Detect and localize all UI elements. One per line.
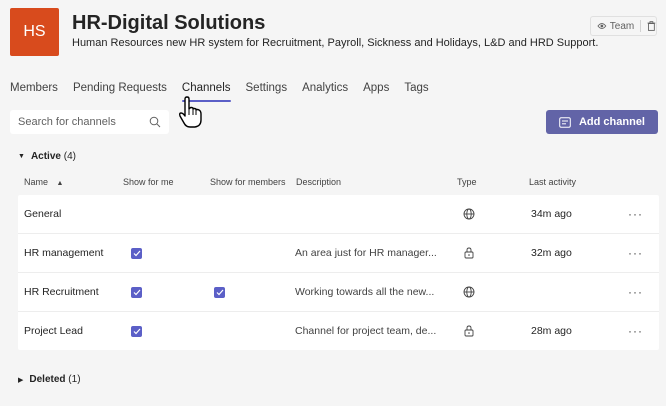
- column-header-description: Description: [296, 177, 342, 187]
- channel-description: Channel for project team, de...: [295, 325, 437, 337]
- row-more-options-button[interactable]: ···: [628, 273, 643, 311]
- deleted-section-toggle[interactable]: ▶ Deleted (1): [18, 374, 81, 385]
- row-more-options-button[interactable]: ···: [628, 195, 643, 233]
- team-tabs: Members Pending Requests Channels Settin…: [10, 82, 444, 102]
- checkmark-icon: [214, 286, 225, 298]
- tab-analytics[interactable]: Analytics: [302, 82, 348, 102]
- table-row[interactable]: HR management An area just for HR manage…: [18, 234, 659, 273]
- active-section-label: Active: [30, 151, 61, 162]
- channel-name: General: [24, 208, 62, 220]
- add-channel-button[interactable]: Add channel: [546, 110, 658, 134]
- column-header-last-activity: Last activity: [529, 177, 577, 187]
- channel-description: Working towards all the new...: [295, 286, 435, 298]
- team-name: HR-Digital Solutions: [72, 12, 266, 34]
- row-more-options-button[interactable]: ···: [628, 312, 643, 350]
- channel-name: HR Recruitment: [24, 286, 99, 298]
- tab-pending-requests[interactable]: Pending Requests: [73, 82, 167, 102]
- team-type-label: Team: [609, 20, 635, 32]
- channel-name: HR management: [24, 247, 104, 259]
- checkmark-icon: [131, 247, 142, 259]
- active-section-count: (4): [63, 151, 76, 162]
- active-section-toggle[interactable]: ▼ Active (4): [18, 151, 76, 162]
- channel-add-icon: [559, 116, 571, 128]
- sort-ascending-icon: ▲: [56, 180, 64, 187]
- search-placeholder: Search for channels: [18, 116, 116, 128]
- hand-cursor-icon: [178, 96, 202, 128]
- tab-members[interactable]: Members: [10, 82, 58, 102]
- channels-table: General 34m ago ··· HR management An are…: [18, 195, 659, 350]
- last-activity: 28m ago: [531, 325, 572, 337]
- channel-description: An area just for HR manager...: [295, 247, 437, 259]
- search-channels-input[interactable]: Search for channels: [10, 110, 169, 134]
- show-for-me-checkbox[interactable]: [131, 312, 142, 350]
- globe-icon: [463, 273, 475, 311]
- table-row[interactable]: Project Lead Channel for project team, d…: [18, 312, 659, 350]
- column-header-name[interactable]: Name ▲: [24, 177, 63, 187]
- caret-right-icon: ▶: [18, 376, 24, 384]
- lock-icon: [464, 312, 474, 350]
- column-header-show-for-me: Show for me: [123, 177, 174, 187]
- show-for-me-checkbox[interactable]: [131, 273, 142, 311]
- deleted-section-label: Deleted: [29, 374, 66, 385]
- eye-icon: [597, 23, 607, 29]
- checkmark-icon: [131, 325, 142, 337]
- team-avatar: HS: [10, 8, 59, 56]
- last-activity: 34m ago: [531, 208, 572, 220]
- last-activity: 32m ago: [531, 247, 572, 259]
- search-icon: [149, 116, 161, 128]
- table-row[interactable]: General 34m ago ···: [18, 195, 659, 234]
- deleted-section-count: (1): [68, 374, 81, 385]
- team-type-badge: Team: [590, 16, 657, 36]
- caret-down-icon: ▼: [18, 153, 25, 160]
- column-header-type: Type: [457, 177, 477, 187]
- table-row[interactable]: HR Recruitment Working towards all the n…: [18, 273, 659, 312]
- column-header-show-for-members: Show for members: [210, 177, 286, 187]
- trash-icon[interactable]: [647, 21, 656, 31]
- channel-name: Project Lead: [24, 325, 83, 337]
- globe-icon: [463, 195, 475, 233]
- show-for-me-checkbox[interactable]: [131, 234, 142, 272]
- lock-icon: [464, 234, 474, 272]
- team-description: Human Resources new HR system for Recrui…: [72, 37, 599, 49]
- add-channel-label: Add channel: [578, 116, 645, 128]
- row-more-options-button[interactable]: ···: [628, 234, 643, 272]
- team-more-options-button[interactable]: ···: [248, 14, 265, 30]
- show-for-members-checkbox[interactable]: [214, 273, 225, 311]
- tab-tags[interactable]: Tags: [404, 82, 428, 102]
- tab-settings[interactable]: Settings: [246, 82, 288, 102]
- checkmark-icon: [131, 286, 142, 298]
- tab-apps[interactable]: Apps: [363, 82, 389, 102]
